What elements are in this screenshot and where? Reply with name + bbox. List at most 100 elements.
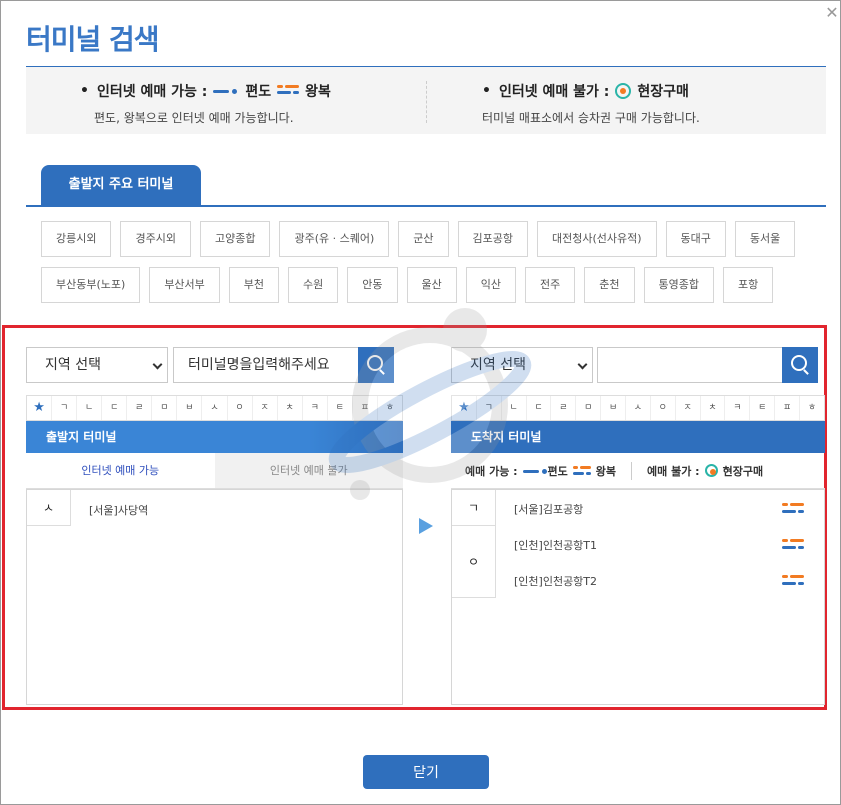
- online-available-label: 인터넷 예매 가능 :: [96, 84, 208, 100]
- online-unavailable-info: • 인터넷 예매 불가 : 현장구매 터미널 매표소에서 승차권 구매 가능합니…: [482, 81, 700, 126]
- terminal-chip[interactable]: 대전청사(선사유적): [536, 221, 657, 257]
- terminal-chip[interactable]: 익산: [465, 267, 517, 303]
- terminal-chip[interactable]: 동대구: [665, 221, 726, 257]
- terminal-chip[interactable]: 부산서부: [149, 267, 220, 303]
- legend-onsite-label: 현장구매: [722, 464, 764, 478]
- consonant-filter-button[interactable]: ㅊ: [278, 396, 303, 420]
- departure-region-select[interactable]: 지역 선택: [26, 347, 168, 383]
- consonant-filter-button[interactable]: ㄱ: [52, 396, 78, 420]
- list-item[interactable]: [서울]사당역: [89, 502, 148, 518]
- terminal-chip[interactable]: 통영종합: [643, 267, 715, 303]
- terminal-chip[interactable]: 울산: [406, 267, 457, 303]
- terminal-chip[interactable]: 김포공항: [457, 221, 528, 257]
- consonant-filter-button[interactable]: ㅅ: [202, 396, 228, 420]
- departure-search-input[interactable]: 터미널명을입력해주세요: [173, 347, 359, 383]
- chip-row-2: 부산동부(노포) 부산서부 부천 수원 안동 울산 익산 전주 춘천 통영종합 포항: [41, 267, 811, 303]
- letter-group-o: ㅇ: [452, 526, 496, 598]
- onsite-purchase-label: 현장구매: [637, 84, 689, 100]
- arrival-consonant-filter: ★ ㄱㄴㄷㄹㅁㅂㅅㅇㅈㅊㅋㅌㅍㅎ: [451, 395, 825, 421]
- consonant-filter-button[interactable]: ㅋ: [725, 396, 751, 420]
- consonant-filter-button[interactable]: ㅂ: [601, 396, 627, 420]
- consonant-filter-button[interactable]: ㅇ: [228, 396, 253, 420]
- arrow-right-icon: [419, 518, 433, 534]
- consonant-filter-button[interactable]: ㄱ: [477, 396, 502, 420]
- favorites-star-icon[interactable]: ★: [452, 396, 477, 420]
- tab-online-available[interactable]: 인터넷 예매 가능: [26, 453, 215, 488]
- terminal-chip[interactable]: 춘천: [584, 267, 635, 303]
- onsite-purchase-icon: [704, 464, 718, 477]
- close-dialog-button[interactable]: 닫기: [363, 755, 489, 789]
- consonant-filter-button[interactable]: ㅂ: [177, 396, 203, 420]
- page-title: 터미널 검색: [26, 23, 160, 56]
- chevron-down-icon: [152, 359, 163, 370]
- terminal-chip[interactable]: 고양종합: [199, 221, 271, 257]
- list-item[interactable]: [인천]인천공항T1: [514, 537, 597, 553]
- arrival-terminal-list: ㄱ ㅇ [서울]김포공항 [인천]인천공항T1 [인천]인천공항T2: [451, 489, 825, 705]
- legend-round-trip-label: 왕복: [595, 464, 617, 478]
- consonant-filter-button[interactable]: ㅈ: [676, 396, 701, 420]
- online-available-info: • 인터넷 예매 가능 : 편도 왕복 편도, 왕복으로 인터넷 예매 가능합니…: [80, 81, 331, 126]
- consonant-filter-button[interactable]: ㄹ: [127, 396, 153, 420]
- legend-unavailable-label: 예매 불가 :: [647, 464, 700, 478]
- consonant-filter-button[interactable]: ㅌ: [328, 396, 353, 420]
- terminal-chip[interactable]: 부천: [228, 267, 280, 303]
- terminal-chip[interactable]: 군산: [398, 221, 449, 257]
- round-trip-label: 왕복: [305, 84, 331, 100]
- arrival-region-select-value: 지역 선택: [470, 357, 526, 373]
- consonant-filter-button[interactable]: ㄴ: [77, 396, 103, 420]
- terminal-chip[interactable]: 광주(유 · 스퀘어): [279, 221, 390, 257]
- round-trip-icon: [782, 502, 806, 516]
- tab-major-departure-terminals[interactable]: 출발지 주요 터미널: [41, 165, 201, 205]
- consonant-filter-button[interactable]: ㄹ: [551, 396, 577, 420]
- consonant-filter-button[interactable]: ㅋ: [303, 396, 328, 420]
- terminal-chip[interactable]: 경주시외: [120, 221, 191, 257]
- chevron-down-icon: [577, 359, 588, 370]
- online-available-desc: 편도, 왕복으로 인터넷 예매 가능합니다.: [94, 111, 294, 125]
- consonant-filter-button[interactable]: ㅌ: [750, 396, 776, 420]
- favorites-star-icon[interactable]: ★: [27, 396, 53, 420]
- consonant-filter-button[interactable]: ㅁ: [152, 396, 178, 420]
- legend-divider: [631, 461, 633, 480]
- terminal-chip[interactable]: 동서울: [734, 221, 796, 257]
- departure-terminal-header: 출발지 터미널: [26, 421, 403, 453]
- tab-online-unavailable[interactable]: 인터넷 예매 불가: [214, 453, 403, 488]
- round-trip-icon: [782, 574, 806, 588]
- consonant-filter-button[interactable]: ㅇ: [651, 396, 676, 420]
- major-terminal-chips: 강릉시외 경주시외 고양종합 광주(유 · 스퀘어) 군산 김포공항 대전청사(선사유적) 동…: [41, 221, 811, 313]
- arrival-terminal-header: 도착지 터미널: [451, 421, 825, 453]
- tab-underline: [26, 205, 826, 207]
- arrival-search-input[interactable]: [597, 347, 783, 383]
- list-item[interactable]: [인천]인천공항T2: [514, 573, 597, 589]
- departure-search-button[interactable]: [358, 347, 394, 383]
- departure-subtabs: 인터넷 예매 가능 인터넷 예매 불가: [26, 453, 403, 489]
- consonant-filter-button[interactable]: ㅍ: [775, 396, 801, 420]
- terminal-chip[interactable]: 강릉시외: [41, 221, 112, 257]
- legend-available-label: 예매 가능 :: [465, 464, 518, 478]
- info-divider: [426, 81, 427, 123]
- consonant-filter-button[interactable]: ㅁ: [576, 396, 602, 420]
- consonant-filter-button[interactable]: ㅊ: [701, 396, 726, 420]
- consonant-filter-button[interactable]: ㄴ: [502, 396, 527, 420]
- close-icon[interactable]: ✕: [825, 5, 839, 21]
- consonant-filter-button[interactable]: ㄷ: [102, 396, 128, 420]
- arrival-region-select[interactable]: 지역 선택: [451, 347, 593, 383]
- consonant-filter-button[interactable]: ㄷ: [527, 396, 552, 420]
- terminal-chip[interactable]: 포항: [723, 267, 774, 303]
- consonant-filter-button[interactable]: ㅎ: [800, 396, 824, 420]
- consonant-filter-button[interactable]: ㅍ: [353, 396, 378, 420]
- departure-consonant-filter: ★ ㄱㄴㄷㄹㅁㅂㅅㅇㅈㅊㅋㅌㅍㅎ: [26, 395, 403, 421]
- arrival-search-button[interactable]: [782, 347, 818, 383]
- onsite-purchase-icon: [615, 83, 632, 99]
- consonant-filter-button[interactable]: ㅎ: [378, 396, 402, 420]
- arrival-legend: 예매 가능 : 편도 왕복 예매 불가 : 현장구매: [451, 453, 825, 489]
- consonant-filter-button[interactable]: ㅅ: [626, 396, 651, 420]
- terminal-chip[interactable]: 전주: [525, 267, 576, 303]
- consonant-filter-button[interactable]: ㅈ: [253, 396, 278, 420]
- chip-row-1: 강릉시외 경주시외 고양종합 광주(유 · 스퀘어) 군산 김포공항 대전청사(선사유적) 동…: [41, 221, 811, 257]
- booking-info-banner: • 인터넷 예매 가능 : 편도 왕복 편도, 왕복으로 인터넷 예매 가능합니…: [26, 66, 826, 134]
- terminal-chip[interactable]: 안동: [347, 267, 398, 303]
- terminal-chip[interactable]: 수원: [288, 267, 339, 303]
- list-item[interactable]: [서울]김포공항: [514, 501, 583, 517]
- terminal-chip[interactable]: 부산동부(노포): [41, 267, 141, 303]
- legend-one-way-label: 편도: [547, 464, 568, 478]
